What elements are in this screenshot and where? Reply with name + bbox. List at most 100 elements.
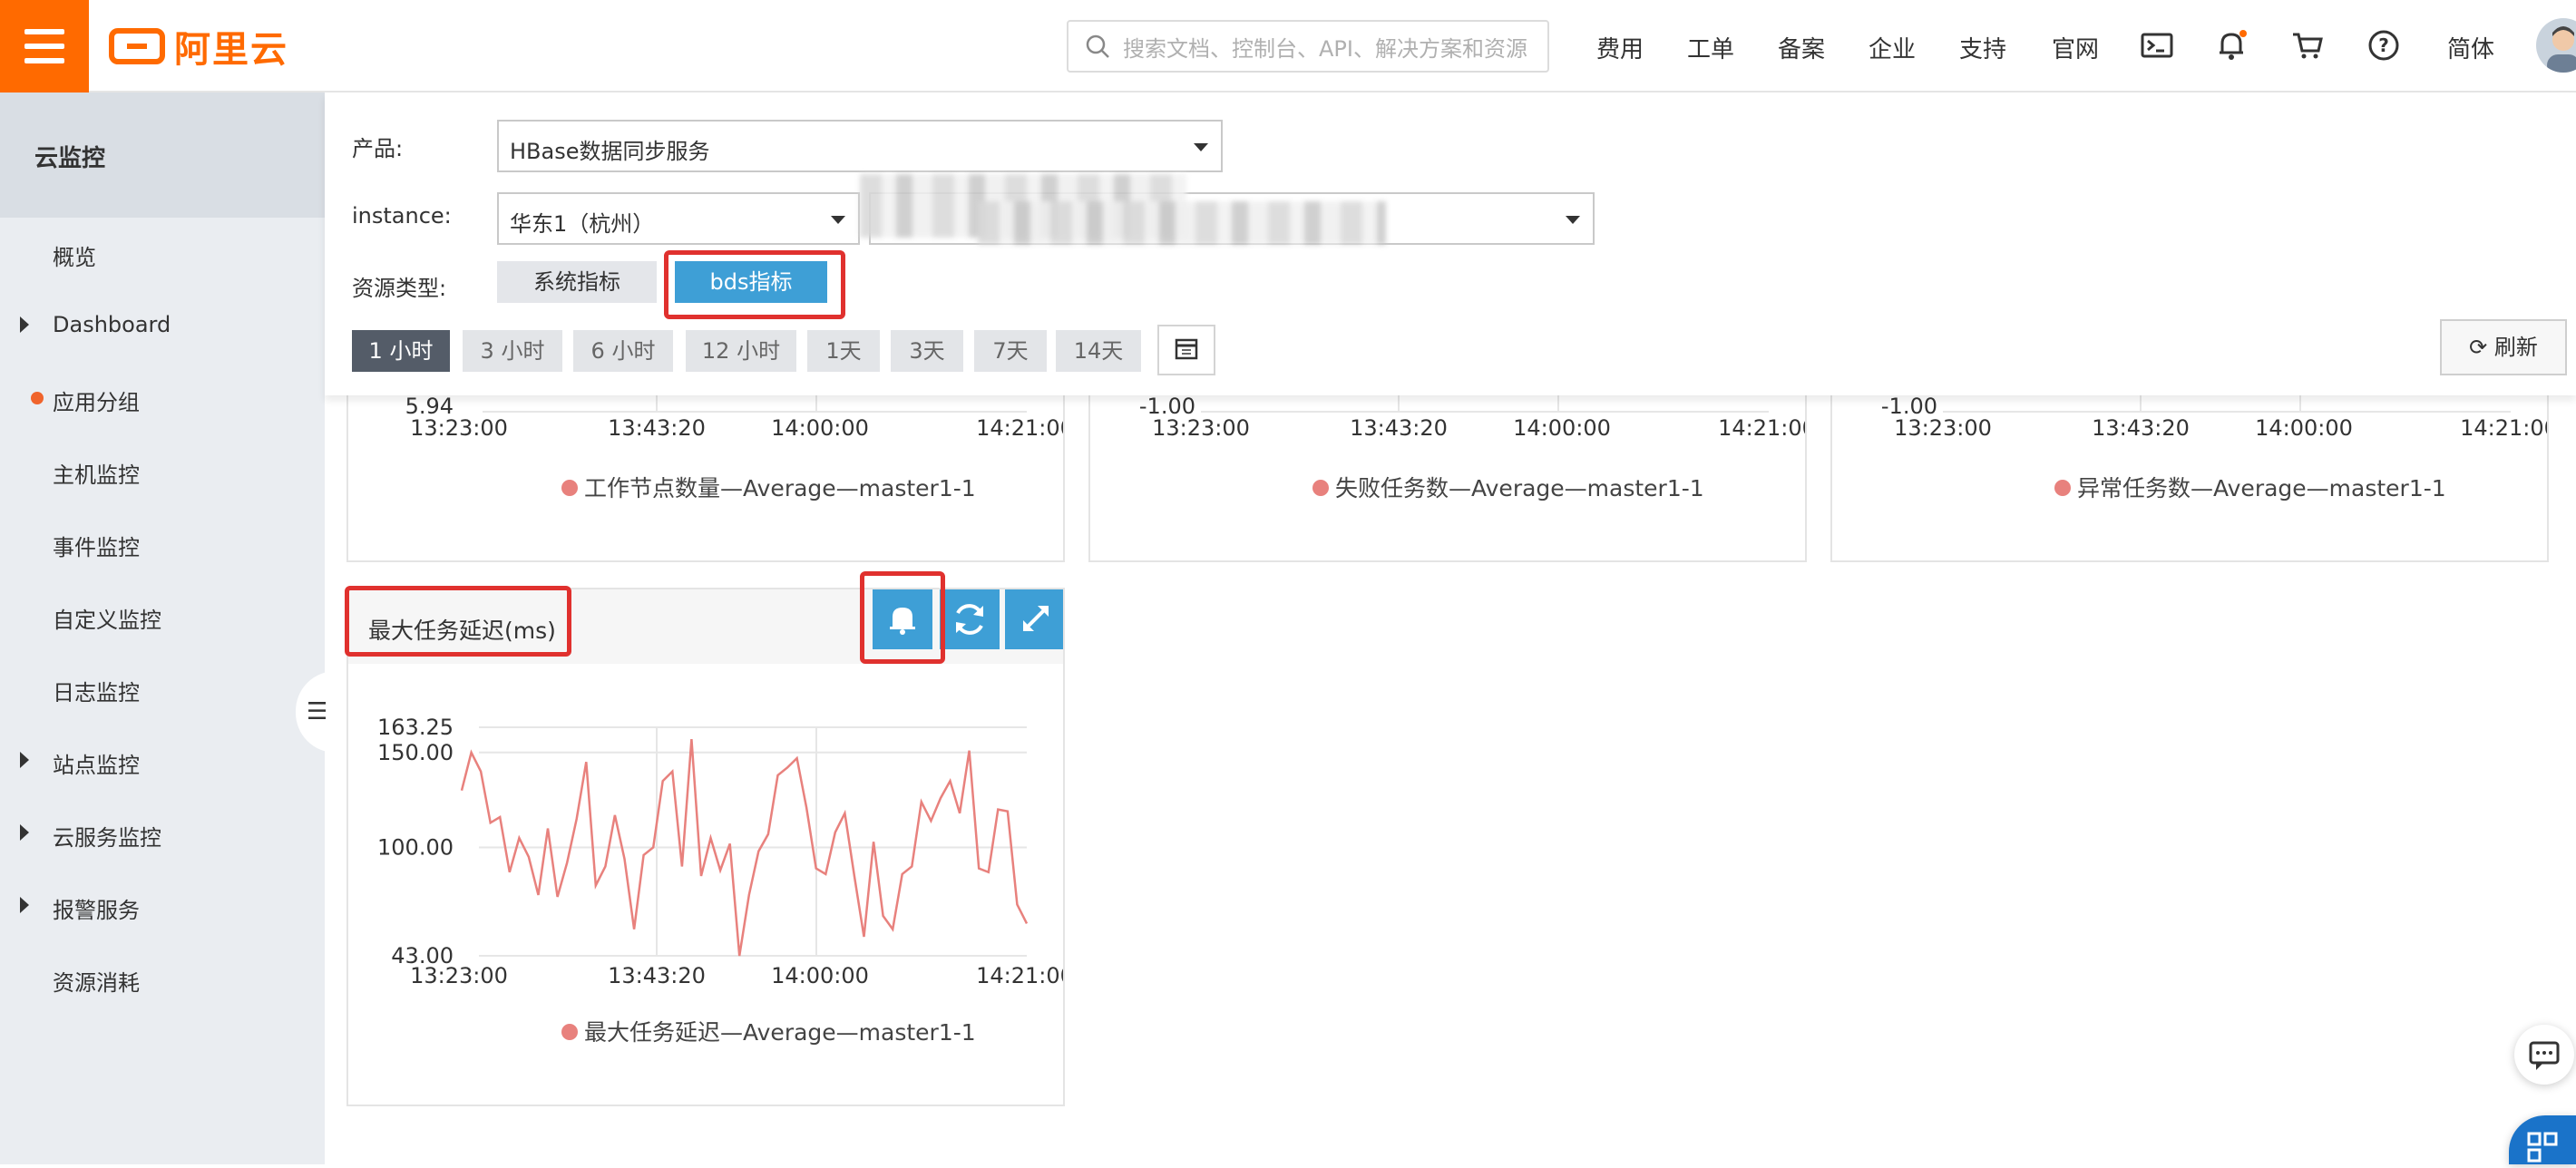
x-tick: 13:43:20 bbox=[608, 415, 706, 441]
system-metrics-button[interactable]: 系统指标 bbox=[497, 261, 657, 303]
x-tick: 13:23:00 bbox=[410, 963, 508, 988]
chevron-down-icon bbox=[831, 216, 845, 224]
highlight-box bbox=[345, 586, 571, 657]
sidebar-item-site-monitor[interactable]: 站点监控 bbox=[53, 747, 140, 779]
range-14d-button[interactable]: 14天 bbox=[1056, 330, 1141, 372]
new-dot-icon bbox=[31, 392, 44, 404]
nav-official-site[interactable]: 官网 bbox=[2052, 31, 2099, 64]
x-tick: 14:21:00 bbox=[1718, 415, 1807, 441]
refresh-label: 刷新 bbox=[2493, 335, 2538, 360]
resource-type-label: 资源类型: bbox=[352, 276, 447, 301]
sidebar-item-dashboard[interactable]: Dashboard bbox=[53, 312, 171, 337]
top-navigation-bar: 阿里云 搜索文档、控制台、API、解决方案和资源 费用 工单 备案 企业 支持 … bbox=[0, 0, 2576, 92]
legend-dot bbox=[2054, 480, 2071, 496]
filter-panel: 产品: HBase数据同步服务 instance: 华东1（杭州） 资源类型: … bbox=[325, 92, 2576, 395]
legend-label: 异常任务数—Average—master1-1 bbox=[2077, 475, 2446, 501]
range-3d-button[interactable]: 3天 bbox=[891, 330, 963, 372]
sidebar-item-alarm-service[interactable]: 报警服务 bbox=[53, 892, 140, 924]
sidebar-item-host-monitor[interactable]: 主机监控 bbox=[53, 457, 140, 489]
chevron-down-icon bbox=[1566, 216, 1580, 224]
help-icon[interactable]: ? bbox=[2366, 27, 2402, 63]
worker-nodes-chart: 5.94 13:23:00 13:43:20 14:00:00 14:21:00… bbox=[405, 392, 1065, 501]
legend-label: 失败任务数—Average—master1-1 bbox=[1335, 475, 1704, 501]
cart-icon[interactable] bbox=[2289, 27, 2326, 63]
range-6h-button[interactable]: 6 小时 bbox=[573, 330, 673, 372]
highlight-box bbox=[664, 250, 845, 319]
aliyun-logo[interactable]: 阿里云 bbox=[109, 24, 288, 71]
legend-dot bbox=[561, 1024, 578, 1040]
x-tick: 14:00:00 bbox=[771, 415, 869, 441]
product-label: 产品: bbox=[352, 136, 404, 161]
svg-text:?: ? bbox=[2378, 34, 2389, 56]
x-tick: 13:43:20 bbox=[1350, 415, 1448, 441]
legend-dot bbox=[561, 480, 578, 496]
nav-enterprise[interactable]: 企业 bbox=[1869, 31, 1916, 64]
collapse-icon: ☰ bbox=[307, 698, 328, 725]
legend-dot bbox=[1312, 480, 1329, 496]
nav-fees[interactable]: 费用 bbox=[1596, 31, 1644, 64]
expand-arrow-icon bbox=[20, 752, 29, 768]
sidebar-item-custom-monitor[interactable]: 自定义监控 bbox=[53, 602, 161, 634]
range-12h-button[interactable]: 12 小时 bbox=[686, 330, 796, 372]
product-select[interactable]: HBase数据同步服务 bbox=[497, 120, 1223, 172]
hamburger-menu-button[interactable] bbox=[0, 0, 89, 92]
y-tick: 163.25 bbox=[377, 715, 454, 740]
range-7d-button[interactable]: 7天 bbox=[974, 330, 1047, 372]
chart-card-abnormal-tasks: -1.00 13:23:00 13:43:20 14:00:00 14:21:0… bbox=[1830, 390, 2549, 562]
x-tick: 14:21:00 bbox=[976, 415, 1065, 441]
sidebar-item-event-monitor[interactable]: 事件监控 bbox=[53, 530, 140, 561]
x-tick: 13:23:00 bbox=[410, 415, 508, 441]
expand-arrow-icon bbox=[20, 316, 29, 333]
failed-tasks-chart: -1.00 13:23:00 13:43:20 14:00:00 14:21:0… bbox=[1139, 392, 1807, 501]
chart-card-worker-nodes: 5.94 13:23:00 13:43:20 14:00:00 14:21:00… bbox=[346, 390, 1065, 562]
x-tick: 14:00:00 bbox=[2255, 415, 2353, 441]
terminal-icon[interactable] bbox=[2139, 27, 2175, 63]
sidebar-header: 云监控 bbox=[0, 92, 325, 218]
sidebar-item-log-monitor[interactable]: 日志监控 bbox=[53, 675, 140, 706]
sidebar: 云监控 概览 Dashboard 应用分组 主机监控 事件监控 自定义监控 日志… bbox=[0, 92, 325, 1164]
search-icon bbox=[1086, 34, 1109, 58]
legend-label: 最大任务延迟—Average—master1-1 bbox=[584, 1019, 976, 1046]
max-task-delay-chart: 163.25150.00100.0043.00 13:23:00 13:43:20… bbox=[377, 715, 1065, 1046]
chat-button[interactable] bbox=[2514, 1025, 2574, 1085]
chat-icon bbox=[2529, 1041, 2560, 1070]
x-tick: 14:21:00 bbox=[976, 963, 1065, 988]
sidebar-item-overview[interactable]: 概览 bbox=[53, 239, 96, 271]
nav-filing[interactable]: 备案 bbox=[1778, 31, 1825, 64]
chevron-down-icon bbox=[1194, 143, 1208, 151]
range-1d-button[interactable]: 1天 bbox=[807, 330, 880, 372]
instance-label: instance: bbox=[352, 203, 452, 229]
bell-icon[interactable] bbox=[2213, 27, 2249, 63]
user-avatar[interactable] bbox=[2536, 18, 2576, 73]
apps-button[interactable] bbox=[2509, 1115, 2576, 1164]
region-select[interactable]: 华东1（杭州） bbox=[497, 192, 860, 245]
sidebar-item-resource-usage[interactable]: 资源消耗 bbox=[53, 965, 140, 997]
nav-tickets[interactable]: 工单 bbox=[1687, 31, 1734, 64]
calendar-icon bbox=[1175, 338, 1198, 360]
chart-card-max-task-delay: 最大任务延迟(ms) 163.25 150.00 100.00 43.00 13:23… bbox=[346, 588, 1065, 1106]
sidebar-title: 云监控 bbox=[34, 145, 106, 172]
x-tick: 14:00:00 bbox=[1513, 415, 1611, 441]
x-tick: 14:21:00 bbox=[2460, 415, 2549, 441]
sidebar-item-app-groups[interactable]: 应用分组 bbox=[53, 384, 140, 416]
aliyun-logo-icon bbox=[109, 28, 165, 64]
language-switch[interactable]: 简体 bbox=[2447, 31, 2494, 64]
legend-label: 工作节点数量—Average—master1-1 bbox=[584, 475, 976, 501]
chart-card-failed-tasks: -1.00 13:23:00 13:43:20 14:00:00 14:21:0… bbox=[1088, 390, 1807, 562]
logo-text: 阿里云 bbox=[174, 29, 288, 71]
calendar-button[interactable] bbox=[1157, 325, 1215, 375]
sidebar-item-cloud-service-monitor[interactable]: 云服务监控 bbox=[53, 820, 161, 852]
region-value: 华东1（杭州） bbox=[510, 211, 655, 237]
search-input[interactable]: 搜索文档、控制台、API、解决方案和资源 bbox=[1067, 20, 1549, 73]
x-tick: 13:43:20 bbox=[608, 963, 706, 988]
search-placeholder: 搜索文档、控制台、API、解决方案和资源 bbox=[1123, 35, 1527, 62]
x-tick: 13:23:00 bbox=[1894, 415, 1992, 441]
refresh-icon: ⟳ bbox=[2469, 335, 2494, 360]
x-tick: 13:23:00 bbox=[1152, 415, 1250, 441]
apps-icon bbox=[2527, 1132, 2558, 1163]
range-1h-button[interactable]: 1 小时 bbox=[352, 330, 450, 372]
x-tick: 13:43:20 bbox=[2092, 415, 2190, 441]
nav-support[interactable]: 支持 bbox=[1959, 31, 2006, 64]
range-3h-button[interactable]: 3 小时 bbox=[463, 330, 562, 372]
refresh-button[interactable]: ⟳ 刷新 bbox=[2440, 319, 2567, 375]
